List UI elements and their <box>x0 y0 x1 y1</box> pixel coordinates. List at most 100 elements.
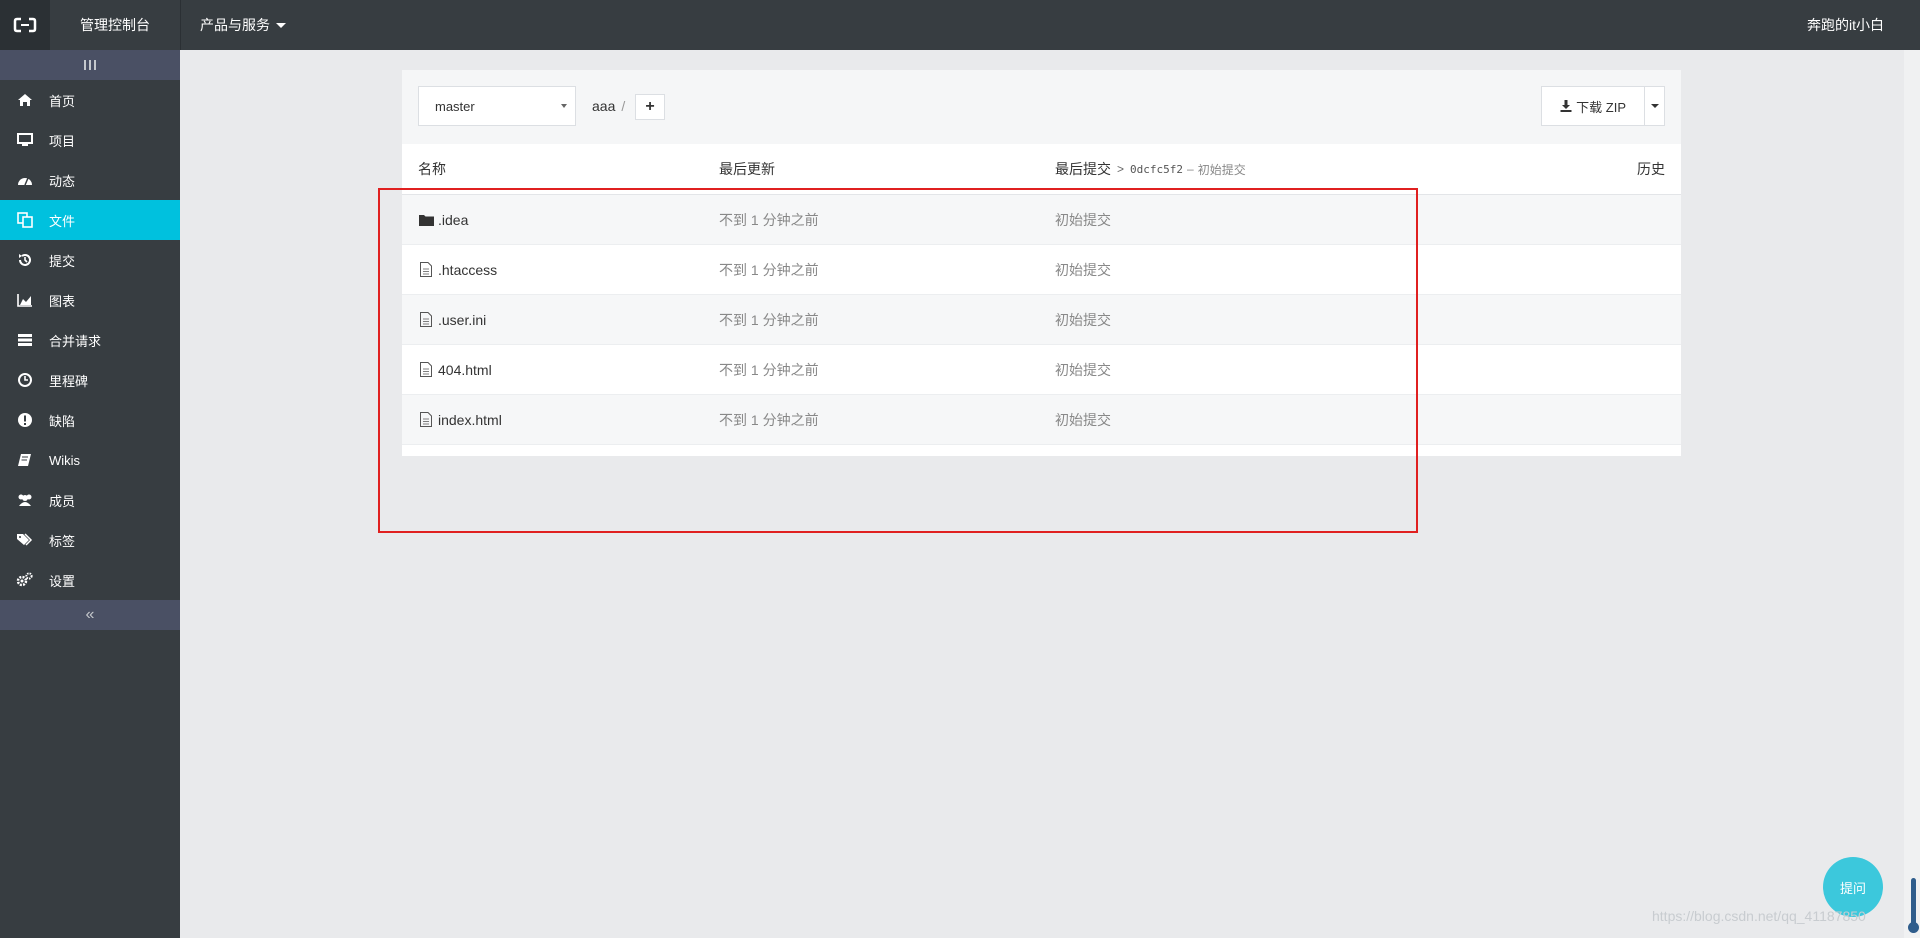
download-zip-group: 下载 ZIP <box>1541 86 1665 126</box>
file-icon <box>418 412 434 428</box>
user-menu[interactable]: 奔跑的it小白 <box>1807 0 1884 50</box>
sidebar-item-home[interactable]: 首页 <box>0 80 180 120</box>
history-icon <box>16 251 34 269</box>
sidebar-item-members[interactable]: 成员 <box>0 480 180 520</box>
file-name[interactable]: .idea <box>438 212 468 228</box>
file-name-cell[interactable]: index.html <box>418 395 502 444</box>
file-icon <box>418 262 434 278</box>
branch-select[interactable]: master <box>418 86 576 126</box>
file-name-cell[interactable]: .htaccess <box>418 245 497 294</box>
file-icon <box>418 312 434 328</box>
file-name[interactable]: 404.html <box>438 362 492 378</box>
file-toolbar: master aaa / + 下载 ZIP <box>402 70 1681 145</box>
users-icon <box>16 491 34 509</box>
console-title[interactable]: 管理控制台 <box>50 0 181 50</box>
table-row[interactable]: .htaccess 不到 1 分钟之前 初始提交 <box>402 245 1681 295</box>
updated-cell: 不到 1 分钟之前 <box>719 261 819 278</box>
download-icon <box>1560 100 1572 112</box>
file-name[interactable]: .htaccess <box>438 262 497 278</box>
updated-cell: 不到 1 分钟之前 <box>719 411 819 428</box>
file-name-cell[interactable]: 404.html <box>418 345 492 394</box>
sidebar-item-issues[interactable]: 缺陷 <box>0 400 180 440</box>
file-name[interactable]: .user.ini <box>438 312 486 328</box>
monitor-icon <box>16 131 34 149</box>
sidebar-item-label: Wikis <box>49 452 81 468</box>
sidebar-item-label: 设置 <box>49 573 76 589</box>
file-browser-panel: master aaa / + 下载 ZIP 名称 最后更新 最后提交 > 0dc… <box>402 70 1681 456</box>
column-updated: 最后更新 <box>719 161 775 177</box>
column-name: 名称 <box>418 161 446 177</box>
products-services-menu[interactable]: 产品与服务 <box>200 0 286 50</box>
sidebar-item-label: 文件 <box>49 213 76 229</box>
breadcrumb-root[interactable]: aaa <box>592 98 615 114</box>
sidebar-item-activity[interactable]: 动态 <box>0 160 180 200</box>
download-zip-label: 下载 ZIP <box>1576 99 1626 115</box>
alert-icon <box>16 411 34 429</box>
file-icon <box>418 362 434 378</box>
files-icon <box>16 211 34 229</box>
sidebar-item-tags[interactable]: 标签 <box>0 520 180 560</box>
download-options-toggle[interactable] <box>1645 86 1665 126</box>
top-bar: 管理控制台 产品与服务 奔跑的it小白 <box>0 0 1920 50</box>
commit-message-link[interactable]: 初始提交 <box>1198 161 1246 178</box>
commit-cell[interactable]: 初始提交 <box>1055 395 1111 444</box>
sidebar-item-label: 项目 <box>49 133 76 149</box>
folder-icon <box>418 212 434 228</box>
table-row[interactable]: .user.ini 不到 1 分钟之前 初始提交 <box>402 295 1681 345</box>
cogs-icon <box>16 571 34 589</box>
scroll-knob-icon <box>1908 922 1919 933</box>
caret-down-icon <box>1650 104 1659 108</box>
clock-icon <box>16 371 34 389</box>
table-row[interactable]: .idea 不到 1 分钟之前 初始提交 <box>402 195 1681 245</box>
watermark: https://blog.csdn.net/qq_41187850 <box>1652 908 1866 924</box>
table-row[interactable]: index.html 不到 1 分钟之前 初始提交 <box>402 395 1681 445</box>
sidebar-item-label: 缺陷 <box>49 413 76 429</box>
grip-lines-icon[interactable] <box>0 50 180 80</box>
sidebar-item-label: 合并请求 <box>49 333 102 349</box>
commit-cell[interactable]: 初始提交 <box>1055 295 1111 344</box>
sidebar-item-settings[interactable]: 设置 <box>0 560 180 600</box>
chevron-right-icon: > <box>1117 162 1125 176</box>
sidebar-item-merge-requests[interactable]: 合并请求 <box>0 320 180 360</box>
home-icon <box>16 91 34 109</box>
updated-cell: 不到 1 分钟之前 <box>719 361 819 378</box>
updated-cell: 不到 1 分钟之前 <box>719 211 819 228</box>
commit-cell[interactable]: 初始提交 <box>1055 195 1111 244</box>
sidebar-item-wikis[interactable]: Wikis <box>0 440 180 480</box>
sidebar-item-charts[interactable]: 图表 <box>0 280 180 320</box>
sidebar: 首页 项目 动态 文件 提交 图表 合并请求 里程碑 缺陷 Wikis 成员 标… <box>0 50 180 938</box>
sidebar-item-label: 成员 <box>49 493 76 509</box>
table-row[interactable]: 404.html 不到 1 分钟之前 初始提交 <box>402 345 1681 395</box>
last-commit-label: 最后提交 <box>1055 161 1111 177</box>
commit-cell[interactable]: 初始提交 <box>1055 345 1111 394</box>
commit-hash-link[interactable]: 0dcfc5f2 <box>1130 163 1183 176</box>
aliyun-logo-icon[interactable] <box>0 0 50 50</box>
sidebar-collapse-button[interactable]: « <box>0 600 180 630</box>
branch-value: master <box>435 98 475 114</box>
select-arrow-icon <box>561 104 567 108</box>
sidebar-item-milestones[interactable]: 里程碑 <box>0 360 180 400</box>
file-name-cell[interactable]: .user.ini <box>418 295 486 344</box>
sidebar-item-label: 图表 <box>49 293 76 309</box>
breadcrumb-separator: / <box>621 98 626 114</box>
file-name-cell[interactable]: .idea <box>418 195 468 244</box>
download-zip-button[interactable]: 下载 ZIP <box>1541 86 1645 126</box>
page-scrollbar[interactable] <box>1904 50 1920 938</box>
breadcrumb: aaa / <box>592 86 633 126</box>
products-services-label: 产品与服务 <box>200 17 270 33</box>
sidebar-item-label: 提交 <box>49 253 76 269</box>
sidebar-item-files[interactable]: 文件 <box>0 200 180 240</box>
tags-icon <box>16 531 34 549</box>
commit-cell[interactable]: 初始提交 <box>1055 245 1111 294</box>
add-file-button[interactable]: + <box>635 94 665 120</box>
sidebar-item-label: 标签 <box>49 533 76 549</box>
sidebar-item-projects[interactable]: 项目 <box>0 120 180 160</box>
sidebar-item-commits[interactable]: 提交 <box>0 240 180 280</box>
file-name[interactable]: index.html <box>438 412 502 428</box>
file-table-header: 名称 最后更新 最后提交 > 0dcfc5f2 – 初始提交 历史 <box>402 144 1681 195</box>
dashboard-icon <box>16 171 34 189</box>
sidebar-item-label: 动态 <box>49 173 76 189</box>
history-link[interactable]: 历史 <box>1637 144 1665 194</box>
book-icon <box>16 451 34 469</box>
updated-cell: 不到 1 分钟之前 <box>719 311 819 328</box>
